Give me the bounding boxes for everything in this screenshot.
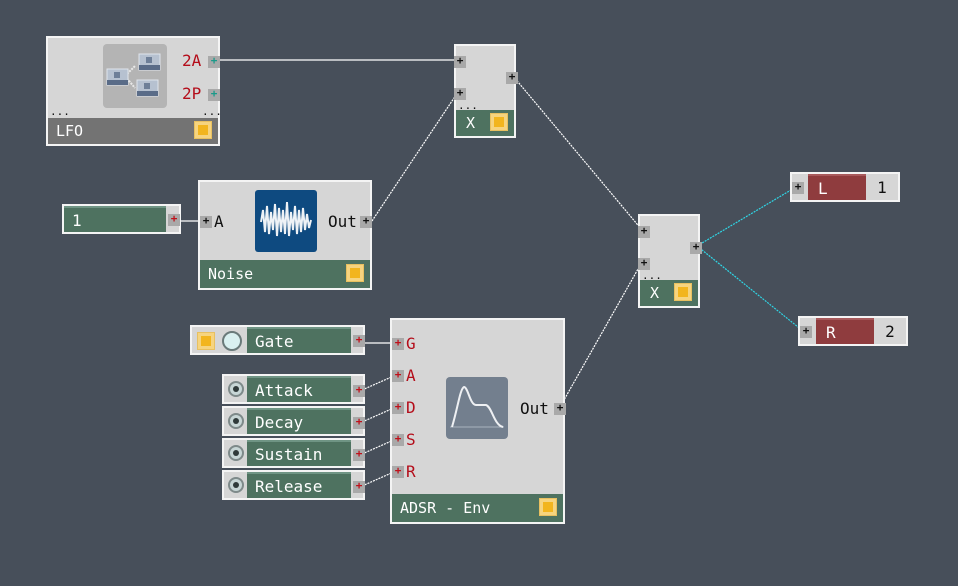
mult2-dots: ... xyxy=(642,269,662,282)
noise-input-port-A[interactable] xyxy=(200,213,212,229)
sustain-knob-control[interactable]: Sustain xyxy=(222,438,365,468)
noise-port-label-out: Out xyxy=(328,212,357,231)
midi-connector-icon xyxy=(222,331,242,351)
mult1-title: X xyxy=(466,114,476,132)
attack-knob-icon[interactable] xyxy=(228,381,244,397)
release-label-field: Release xyxy=(247,472,351,498)
output-R-input-port[interactable] xyxy=(800,323,812,339)
gate-control[interactable]: Gate xyxy=(190,325,365,355)
sustain-label: Sustain xyxy=(255,444,323,464)
output-R-channel-number: 2 xyxy=(885,321,895,341)
sustain-output-port[interactable] xyxy=(353,446,365,462)
wire-noise-to-mult1 xyxy=(371,91,459,222)
output-R-channel: 2 xyxy=(874,318,906,344)
gate-label-field: Gate xyxy=(247,327,351,353)
sustain-knob-icon[interactable] xyxy=(228,445,244,461)
mult2-title: X xyxy=(650,284,660,302)
attack-label-field: Attack xyxy=(247,376,351,402)
mult2-title-bar: X xyxy=(640,280,698,306)
adsr-port-label-G: G xyxy=(406,334,416,353)
output-L-input-port[interactable] xyxy=(792,179,804,195)
adsr-port-label-A: A xyxy=(406,366,416,385)
lfo-dots-right: ... xyxy=(202,105,222,118)
mult2-output-port[interactable] xyxy=(690,239,702,255)
noise-title-bar: Noise xyxy=(200,260,370,288)
adsr-output-port[interactable] xyxy=(554,400,566,416)
release-knob-control[interactable]: Release xyxy=(222,470,365,500)
output-L-channel: 1 xyxy=(866,174,898,200)
mult1-input-port-1[interactable] xyxy=(454,53,466,69)
output-R[interactable]: R 2 xyxy=(798,316,908,346)
release-label: Release xyxy=(255,476,323,496)
noise-title: Noise xyxy=(208,265,254,283)
multiply-module-1[interactable]: ... X xyxy=(454,44,518,138)
lfo-module[interactable]: 2A 2P ... ... LFO xyxy=(46,36,222,146)
attack-knob-control[interactable]: Attack xyxy=(222,374,365,404)
adsr-enable-button[interactable] xyxy=(539,498,557,516)
envelope-curve-icon xyxy=(446,377,508,439)
lfo-output-port-2P[interactable] xyxy=(208,86,220,102)
lfo-title: LFO xyxy=(56,122,84,140)
constant-output-port[interactable] xyxy=(168,211,180,227)
adsr-port-label-out: Out xyxy=(520,399,549,418)
attack-output-port[interactable] xyxy=(353,382,365,398)
lfo-network-icon xyxy=(103,44,167,108)
constant-value-field[interactable]: 1 xyxy=(64,206,166,232)
mult2-enable-button[interactable] xyxy=(674,283,692,301)
sustain-label-field: Sustain xyxy=(247,440,351,466)
attack-label: Attack xyxy=(255,380,313,400)
noise-module[interactable]: A Out Noise xyxy=(198,180,372,290)
adsr-port-label-D: D xyxy=(406,398,416,417)
lfo-enable-button[interactable] xyxy=(194,121,212,139)
wire-adsr-to-mult2 xyxy=(559,261,643,408)
output-L[interactable]: L 1 xyxy=(790,172,900,202)
wire-mult1-to-mult2 xyxy=(512,75,643,231)
gate-enable-button[interactable] xyxy=(197,332,215,350)
mult1-dots: ... xyxy=(458,99,478,112)
noise-waveform-icon xyxy=(255,190,317,252)
lfo-port-label-2A: 2A xyxy=(182,51,202,70)
constant-value: 1 xyxy=(72,210,82,230)
lfo-output-port-2A[interactable] xyxy=(208,53,220,69)
adsr-input-port-R[interactable] xyxy=(392,463,404,479)
adsr-input-port-G[interactable] xyxy=(392,335,404,351)
adsr-input-port-S[interactable] xyxy=(392,431,404,447)
output-L-label: L xyxy=(818,178,828,198)
mult1-enable-button[interactable] xyxy=(490,113,508,131)
adsr-input-port-A[interactable] xyxy=(392,367,404,383)
decay-output-port[interactable] xyxy=(353,414,365,430)
decay-label: Decay xyxy=(255,412,304,432)
mult2-input-port-1[interactable] xyxy=(638,223,650,239)
mult1-title-bar: X xyxy=(456,110,514,136)
noise-enable-button[interactable] xyxy=(346,264,364,282)
multiply-module-2[interactable]: ... X xyxy=(638,214,702,308)
gate-label: Gate xyxy=(255,331,294,351)
output-L-label-field: L xyxy=(808,174,866,200)
lfo-port-label-2P: 2P xyxy=(182,84,202,103)
release-knob-icon[interactable] xyxy=(228,477,244,493)
gate-output-port[interactable] xyxy=(353,332,365,348)
adsr-env-module[interactable]: G A D S R Out ADSR - Env xyxy=(390,318,566,524)
output-L-channel-number: 1 xyxy=(877,177,887,197)
mult1-output-port[interactable] xyxy=(506,69,518,85)
adsr-title-bar: ADSR - Env xyxy=(392,494,563,522)
wire-mult2-to-R xyxy=(696,245,804,332)
decay-knob-control[interactable]: Decay xyxy=(222,406,365,436)
output-R-label: R xyxy=(826,322,836,342)
noise-port-label-A: A xyxy=(214,212,224,231)
wire-mult2-to-L xyxy=(696,186,797,247)
adsr-port-label-R: R xyxy=(406,462,416,481)
noise-output-port[interactable] xyxy=(360,213,372,229)
decay-label-field: Decay xyxy=(247,408,351,434)
adsr-title: ADSR - Env xyxy=(400,499,491,517)
adsr-input-port-D[interactable] xyxy=(392,399,404,415)
release-output-port[interactable] xyxy=(353,478,365,494)
constant-control[interactable]: 1 xyxy=(62,204,181,234)
decay-knob-icon[interactable] xyxy=(228,413,244,429)
lfo-dots-left: ... xyxy=(50,105,70,118)
adsr-port-label-S: S xyxy=(406,430,416,449)
output-R-label-field: R xyxy=(816,318,874,344)
lfo-title-bar: LFO xyxy=(48,118,218,144)
